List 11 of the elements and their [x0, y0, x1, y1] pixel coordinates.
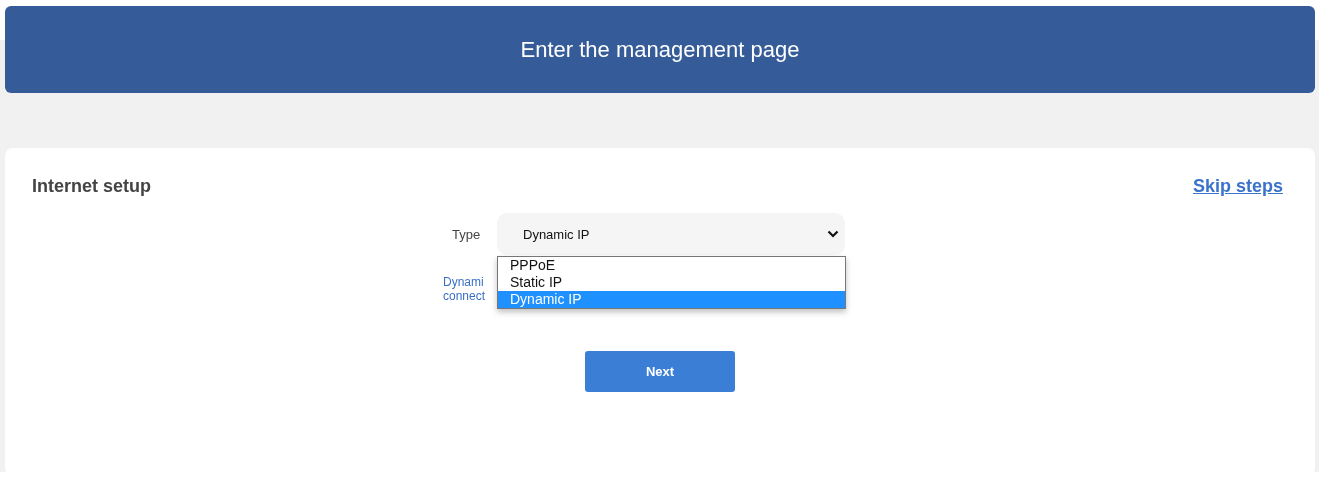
description-text: Dynami — [443, 275, 484, 289]
skip-steps-link[interactable]: Skip steps — [1192, 176, 1283, 197]
page-title: Enter the management page — [520, 36, 800, 63]
type-dropdown[interactable]: Dynamic IP — [497, 213, 845, 255]
description-text: connect — [443, 289, 486, 303]
chevron-down-icon — [827, 230, 839, 238]
field-label: Type — [451, 226, 482, 242]
dropdown-option[interactable]: PPPoE — [498, 257, 845, 274]
section-title: Internet setup — [32, 176, 151, 197]
next-button[interactable]: Next — [585, 351, 735, 392]
dropdown-option[interactable]: Static IP — [498, 274, 845, 291]
